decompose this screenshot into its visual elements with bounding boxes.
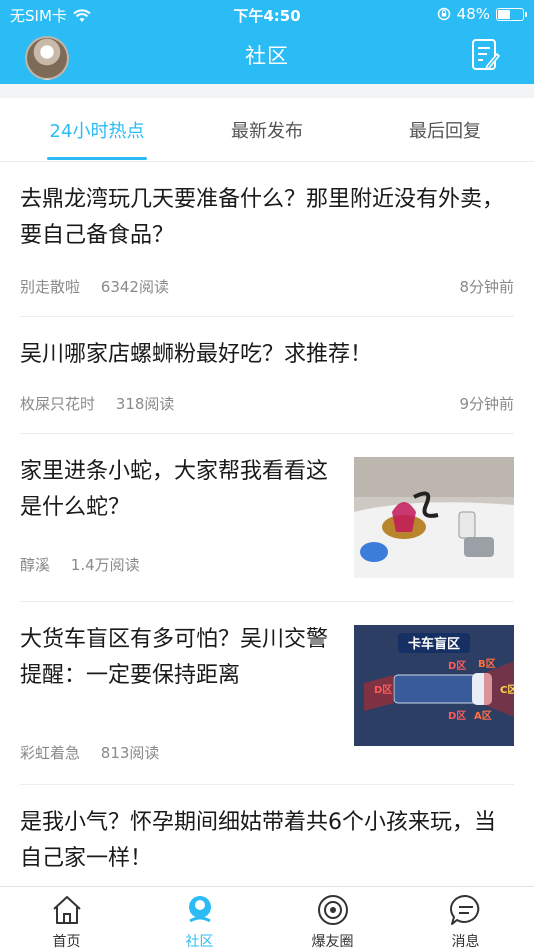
post-time: 8分钟前 xyxy=(459,278,514,296)
post-reads: 1.4万阅读 xyxy=(70,556,140,574)
post-meta: 醇溪 1.4万阅读 xyxy=(20,554,156,575)
battery-fill xyxy=(498,9,510,19)
tabbar-label: 消息 xyxy=(451,934,480,950)
post-meta: 枚屎只花时 318阅读 xyxy=(20,393,190,414)
post-title: 是我小气？怀孕期间细姑带着共6个小孩来玩，当自己家一样！ xyxy=(20,810,496,871)
truck-blind-zone-thumbnail: 卡车盲区 D区 B区 D区 C区 D区 A区 xyxy=(354,625,514,746)
thumb-label: C区 xyxy=(500,684,514,696)
rotation-lock-icon xyxy=(437,7,450,21)
nav-bar: 社区 xyxy=(0,28,534,84)
tabbar-item-messages[interactable]: 消息 xyxy=(399,887,532,950)
tabbar-label: 爆友圈 xyxy=(311,934,354,950)
post-title: 大货车盲区有多可怕？吴川交警提醒：一定要保持距离 xyxy=(20,627,329,688)
post-list: 去鼎龙湾玩几天要准备什么？那里附近没有外卖，要自己备食品？ 别走散啦 6342阅… xyxy=(0,162,534,885)
thumb-title: 卡车盲区 xyxy=(408,636,460,652)
post-item[interactable]: 吴川哪家店螺蛳粉最好吃？求推荐！ 枚屎只花时 318阅读 9分钟前 xyxy=(20,317,514,434)
compose-icon[interactable] xyxy=(470,38,500,72)
tab-active-indicator xyxy=(47,157,147,160)
thumb-label: D区 xyxy=(448,710,466,722)
thumb-label: D区 xyxy=(448,660,466,672)
tab-hot-24h[interactable]: 24小时热点 xyxy=(8,117,186,143)
post-author: 彩虹着急 xyxy=(20,744,81,762)
post-title: 家里进条小蛇，大家帮我看看这是什么蛇？ xyxy=(20,459,329,520)
post-item[interactable]: 家里进条小蛇，大家帮我看看这是什么蛇？ 醇溪 1.4万阅读 xyxy=(20,434,514,602)
post-title: 去鼎龙湾玩几天要准备什么？那里附近没有外卖，要自己备食品？ xyxy=(20,187,505,248)
circle-icon xyxy=(317,895,348,925)
tabbar-item-home[interactable]: 首页 xyxy=(0,887,133,950)
tabbar-label: 社区 xyxy=(185,934,214,950)
post-item[interactable]: 大货车盲区有多可怕？吴川交警提醒：一定要保持距离 彩虹着急 813阅读 卡车盲区… xyxy=(20,602,514,785)
home-icon xyxy=(52,896,81,924)
thumb-label: B区 xyxy=(478,658,496,670)
snake-photo-thumbnail xyxy=(354,457,514,578)
tabbar-item-community[interactable]: 社区 xyxy=(133,887,266,950)
post-time: 9分钟前 xyxy=(459,395,514,413)
post-item[interactable]: 是我小气？怀孕期间细姑带着共6个小孩来玩，当自己家一样！ xyxy=(20,785,514,885)
post-author: 醇溪 xyxy=(20,556,51,574)
thumb-label: A区 xyxy=(474,710,492,722)
post-reads: 318阅读 xyxy=(115,395,175,413)
battery-percent: 48% xyxy=(456,5,490,23)
page-title: 社区 xyxy=(245,44,289,68)
community-icon xyxy=(188,896,211,923)
post-title: 吴川哪家店螺蛳粉最好吃？求推荐！ xyxy=(20,342,373,367)
bottom-tab-bar: 首页 社区 爆友圈 消息 xyxy=(0,886,534,950)
header: 无SIM卡 下午4:50 48% 社区 xyxy=(0,0,534,84)
tab-latest[interactable]: 最新发布 xyxy=(178,117,356,143)
post-reads: 6342阅读 xyxy=(100,278,169,296)
post-author: 枚屎只花时 xyxy=(20,395,96,413)
post-meta: 彩虹着急 813阅读 xyxy=(20,742,175,763)
thumb-label: D区 xyxy=(374,684,392,696)
divider-strip xyxy=(0,84,534,98)
feed-tabs: 24小时热点 最新发布 最后回复 xyxy=(0,98,534,162)
post-item[interactable]: 去鼎龙湾玩几天要准备什么？那里附近没有外卖，要自己备食品？ 别走散啦 6342阅… xyxy=(20,162,514,317)
post-author: 别走散啦 xyxy=(20,278,81,296)
status-bar: 无SIM卡 下午4:50 48% xyxy=(0,0,534,28)
tab-last-reply[interactable]: 最后回复 xyxy=(356,117,534,143)
message-icon xyxy=(449,894,479,925)
tabbar-label: 首页 xyxy=(52,934,81,950)
tabbar-item-friends-circle[interactable]: 爆友圈 xyxy=(266,887,399,950)
battery-icon xyxy=(496,7,527,21)
post-reads: 813阅读 xyxy=(100,744,160,762)
post-meta: 别走散啦 6342阅读 xyxy=(20,276,185,297)
